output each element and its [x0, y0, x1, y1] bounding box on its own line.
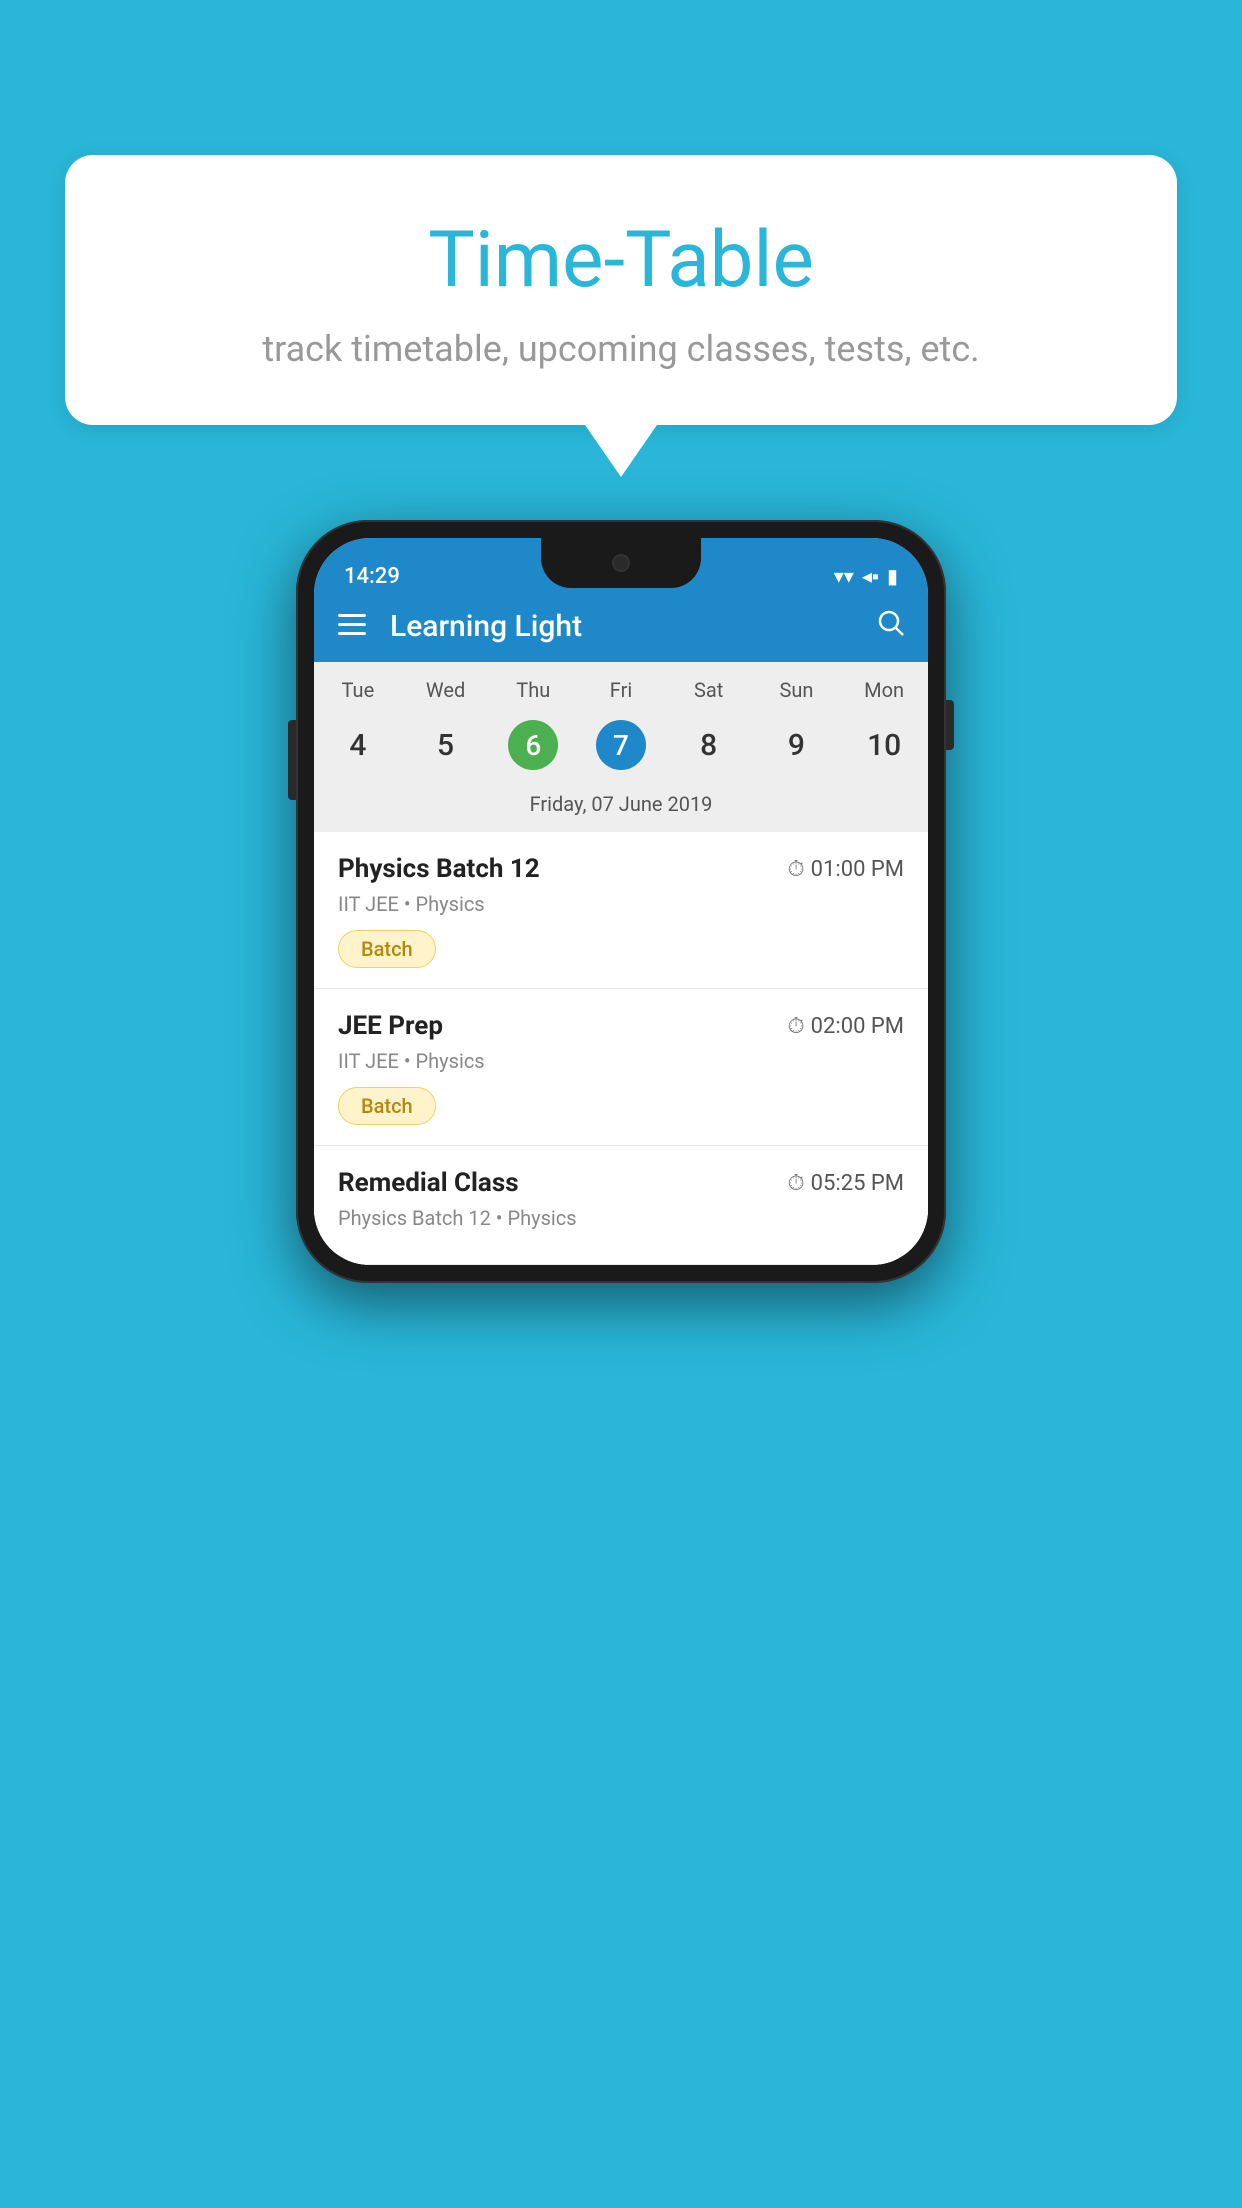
- bubble-title: Time-Table: [105, 215, 1137, 306]
- schedule-title-3: Remedial Class: [338, 1168, 519, 1198]
- batch-badge-2: Batch: [338, 1087, 436, 1125]
- bubble-subtitle: track timetable, upcoming classes, tests…: [105, 328, 1137, 370]
- schedule-time-3: ⏱ 05:25 PM: [788, 1171, 905, 1196]
- schedule-title-2: JEE Prep: [338, 1011, 443, 1041]
- search-icon[interactable]: [878, 610, 904, 643]
- clock-icon-3: ⏱: [788, 1171, 805, 1196]
- hamburger-icon[interactable]: [338, 609, 366, 644]
- day-name-sat: Sat: [665, 678, 753, 702]
- speech-bubble-container: Time-Table track timetable, upcoming cla…: [65, 155, 1177, 425]
- phone-screen: 14:29 ▾▾ ◂▪ ▮ Learning Light: [314, 538, 928, 1265]
- schedule-list: Physics Batch 12 ⏱ 01:00 PM IIT JEE • Ph…: [314, 832, 928, 1265]
- selected-date-label: Friday, 07 June 2019: [314, 786, 928, 832]
- app-toolbar: Learning Light: [314, 590, 928, 662]
- schedule-sub-1: IIT JEE • Physics: [338, 892, 904, 916]
- day-name-tue: Tue: [314, 678, 402, 702]
- schedule-time-1: ⏱ 01:00 PM: [788, 857, 905, 882]
- day-8[interactable]: 8: [665, 712, 753, 778]
- day-6-today[interactable]: 6: [489, 712, 577, 778]
- day-name-wed: Wed: [402, 678, 490, 702]
- schedule-item-header-1: Physics Batch 12 ⏱ 01:00 PM: [338, 854, 904, 884]
- schedule-sub-3: Physics Batch 12 • Physics: [338, 1206, 904, 1230]
- phone-notch: [541, 538, 701, 588]
- clock-icon-1: ⏱: [788, 857, 805, 882]
- schedule-item-header-2: JEE Prep ⏱ 02:00 PM: [338, 1011, 904, 1041]
- signal-icon: ◂▪: [862, 564, 879, 589]
- phone-side-button-right: [946, 700, 954, 750]
- battery-icon: ▮: [887, 564, 898, 588]
- schedule-title-1: Physics Batch 12: [338, 854, 540, 884]
- day-name-sun: Sun: [753, 678, 841, 702]
- day-numbers-row: 4 5 6 7 8 9 10: [314, 712, 928, 778]
- status-time: 14:29: [344, 564, 400, 589]
- wifi-icon: ▾▾: [834, 564, 854, 588]
- phone-mockup: 14:29 ▾▾ ◂▪ ▮ Learning Light: [296, 520, 946, 1283]
- toolbar-title: Learning Light: [390, 609, 878, 644]
- phone-side-button-left: [288, 720, 296, 800]
- time-value-3: 05:25 PM: [811, 1171, 904, 1196]
- day-name-fri: Fri: [577, 678, 665, 702]
- day-names-row: Tue Wed Thu Fri Sat Sun Mon: [314, 678, 928, 702]
- phone-outer: 14:29 ▾▾ ◂▪ ▮ Learning Light: [296, 520, 946, 1283]
- schedule-item-physics-batch[interactable]: Physics Batch 12 ⏱ 01:00 PM IIT JEE • Ph…: [314, 832, 928, 989]
- day-name-mon: Mon: [840, 678, 928, 702]
- camera-dot: [612, 554, 630, 572]
- day-4[interactable]: 4: [314, 712, 402, 778]
- day-name-thu: Thu: [489, 678, 577, 702]
- status-icons: ▾▾ ◂▪ ▮: [834, 564, 898, 589]
- calendar-strip: Tue Wed Thu Fri Sat Sun Mon 4 5 6 7: [314, 662, 928, 832]
- clock-icon-2: ⏱: [788, 1014, 805, 1039]
- day-9[interactable]: 9: [753, 712, 841, 778]
- schedule-item-remedial[interactable]: Remedial Class ⏱ 05:25 PM Physics Batch …: [314, 1146, 928, 1265]
- schedule-time-2: ⏱ 02:00 PM: [788, 1014, 905, 1039]
- day-7-selected[interactable]: 7: [577, 712, 665, 778]
- time-value-1: 01:00 PM: [811, 857, 904, 882]
- batch-badge-1: Batch: [338, 930, 436, 968]
- speech-bubble: Time-Table track timetable, upcoming cla…: [65, 155, 1177, 425]
- time-value-2: 02:00 PM: [811, 1014, 904, 1039]
- day-5[interactable]: 5: [402, 712, 490, 778]
- day-10[interactable]: 10: [840, 712, 928, 778]
- schedule-item-jee-prep[interactable]: JEE Prep ⏱ 02:00 PM IIT JEE • Physics Ba…: [314, 989, 928, 1146]
- schedule-item-header-3: Remedial Class ⏱ 05:25 PM: [338, 1168, 904, 1198]
- schedule-sub-2: IIT JEE • Physics: [338, 1049, 904, 1073]
